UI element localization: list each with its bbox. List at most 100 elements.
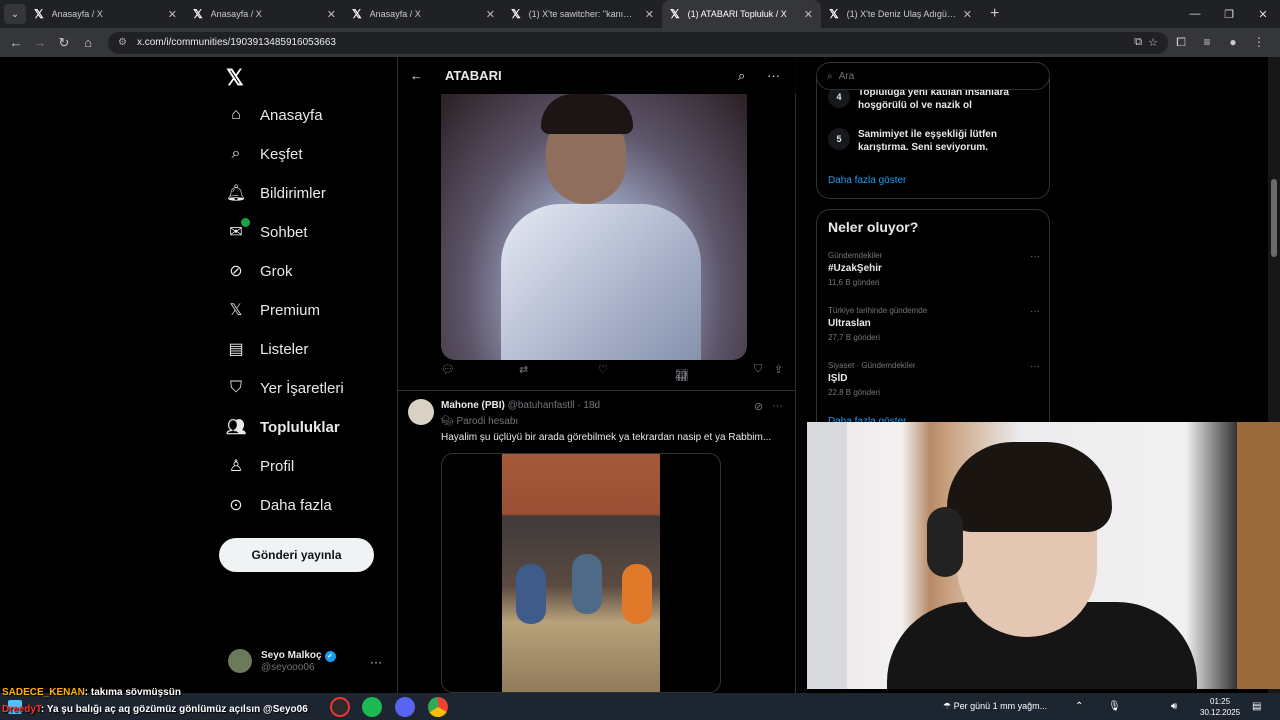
volume-icon[interactable]: 🔊︎ <box>1171 701 1177 712</box>
chrome-icon[interactable] <box>428 697 448 717</box>
trend-more-icon[interactable]: ··· <box>1030 251 1040 262</box>
x-logo-icon: 𝕏 <box>352 7 362 21</box>
trend-item[interactable]: Gündemdekiler #UzakŞehir 11,6 B gönderi … <box>828 251 1040 287</box>
mask-icon: 🎭︎ <box>441 416 454 427</box>
close-icon[interactable]: ✕ <box>327 8 336 21</box>
trend-more-icon[interactable]: ··· <box>1030 361 1040 372</box>
grok-icon: ⊘ <box>229 263 243 280</box>
bookmark-icon[interactable]: ⛉ <box>754 363 762 376</box>
main-column: ← ATABARI ⌕ ··· 💬︎ ⇄ ♡ 📊︎ 20 ⛉ ⇪ Mahone … <box>397 57 796 693</box>
profile-avatar-icon[interactable]: ● <box>1220 35 1246 50</box>
grok-icon[interactable]: ⊘ <box>754 400 763 413</box>
trend-count: 22,8 B gönderi <box>828 388 881 397</box>
x-logo-icon: 𝕏 <box>34 7 44 21</box>
author-handle[interactable]: @batuhanfastll <box>508 400 575 411</box>
browser-tab[interactable]: 𝕏 (1) X'te Deniz Ulaş Adıgüzel: " ✕ <box>821 0 980 28</box>
taskbar-clock[interactable]: 01:25 30.12.2025 <box>1200 696 1240 718</box>
back-icon[interactable]: ← <box>4 35 28 50</box>
x-logo-icon[interactable]: 𝕏 <box>226 65 244 91</box>
browser-tab-active[interactable]: 𝕏 (1) ATABARI Topluluk / X ✕ <box>662 0 821 28</box>
nav-item-notifications[interactable]: 🔔︎ Bildirimler <box>226 183 326 203</box>
minimize-icon[interactable]: — <box>1178 8 1212 20</box>
nav-item-explore[interactable]: ⌕ Keşfet <box>226 144 303 164</box>
close-icon[interactable]: ✕ <box>963 8 972 21</box>
search-placeholder: Ara <box>838 70 855 82</box>
post-button[interactable]: Gönderi yayınla <box>219 538 374 572</box>
nav-item-premium[interactable]: 𝕏 Premium <box>226 300 320 320</box>
rules-show-more-link[interactable]: Daha fazla göster <box>828 175 906 186</box>
home-page-icon[interactable]: ⌂ <box>76 35 100 50</box>
trend-more-icon[interactable]: ··· <box>1030 306 1040 317</box>
tweet-video[interactable] <box>441 453 721 693</box>
trend-item[interactable]: Türkiye tarihinde gündemde Ultraslan 27,… <box>828 306 1040 342</box>
extensions-icon[interactable]: ⧠ <box>1168 35 1194 50</box>
tray-chevron-icon[interactable]: ⌃ <box>1075 701 1083 712</box>
nav-item-profile[interactable]: ♙ Profil <box>226 456 294 476</box>
share-icon[interactable]: ⇪ <box>774 363 783 376</box>
nav-item-lists[interactable]: ▤ Listeler <box>226 339 308 359</box>
nav-item-chat[interactable]: ✉ Sohbet <box>226 218 308 242</box>
weather-widget[interactable]: ☂ Per günü 1 mm yağm... <box>943 701 1047 712</box>
cam-wardrobe <box>1237 422 1280 689</box>
browser-tab[interactable]: 𝕏 Anasayfa / X ✕ <box>26 0 185 28</box>
media-control-icon[interactable]: ≡ <box>1194 35 1220 50</box>
browser-menu-icon[interactable]: ⋮ <box>1246 35 1272 50</box>
spotify-icon[interactable] <box>362 697 382 717</box>
search-input[interactable]: ⌕ Ara <box>816 62 1050 90</box>
retweet-icon[interactable]: ⇄ <box>519 363 528 376</box>
restore-icon[interactable]: ❐ <box>1212 8 1246 21</box>
close-icon[interactable]: ✕ <box>804 8 813 21</box>
nav-item-grok[interactable]: ⊘ Grok <box>226 261 292 281</box>
site-info-icon[interactable]: ⚙ <box>118 37 127 48</box>
mic-icon[interactable]: 🎙︎ <box>1108 701 1121 712</box>
tweet-time[interactable]: · 18d <box>577 400 600 411</box>
url-bar[interactable]: ⚙ x.com/i/communities/190391348591605366… <box>108 31 1168 54</box>
close-window-icon[interactable]: ✕ <box>1246 8 1280 21</box>
trend-name: #UzakŞehir <box>828 263 882 274</box>
forward-icon[interactable]: → <box>28 35 52 50</box>
close-icon[interactable]: ✕ <box>486 8 495 21</box>
account-switcher[interactable]: Seyo Malkoç ✓ @seyooo06 <box>228 649 336 673</box>
parody-text: Parodi hesabı <box>456 416 519 427</box>
trend-count: 11,6 B gönderi <box>828 278 880 287</box>
obs-icon[interactable] <box>330 697 350 717</box>
rule-item: 5 Samimiyet ile eşşekliği lütfen karıştır… <box>828 128 1038 154</box>
more-icon[interactable]: ··· <box>767 68 780 83</box>
close-icon[interactable]: ✕ <box>168 8 177 21</box>
more-icon[interactable]: ··· <box>772 400 783 412</box>
search-icon: ⌕ <box>231 145 241 162</box>
browser-tab[interactable]: 𝕏 (1) X'te sawitcher: "kanım dond ✕ <box>503 0 662 28</box>
more-circle-icon: ⊙ <box>229 497 243 514</box>
search-icon[interactable]: ⌕ <box>738 68 745 84</box>
avatar[interactable] <box>408 399 434 425</box>
tab-search-button[interactable]: ⌄ <box>4 4 26 24</box>
nav-item-bookmarks[interactable]: ⛉ Yer İşaretleri <box>226 378 344 398</box>
nav-item-more[interactable]: ⊙ Daha fazla <box>226 495 331 515</box>
address-toolbar: ← → ↻ ⌂ ⚙ x.com/i/communities/1903913485… <box>0 28 1280 57</box>
chat-text: : Ya şu balığı aç aq gözümüz gönlümüz aç… <box>40 704 308 715</box>
chat-text: : takıma sövmüşsün <box>84 687 181 698</box>
browser-tab[interactable]: 𝕏 Anasayfa / X ✕ <box>185 0 344 28</box>
account-more-icon[interactable]: ··· <box>370 655 382 669</box>
reload-icon[interactable]: ↻ <box>52 35 76 51</box>
notifications-icon[interactable]: ▤ <box>1252 701 1261 712</box>
back-arrow-icon[interactable]: ← <box>410 68 423 83</box>
new-tab-button[interactable]: + <box>990 5 999 23</box>
close-icon[interactable]: ✕ <box>645 8 654 21</box>
nav-item-communities[interactable]: 👥︎ Topluluklar <box>226 417 340 437</box>
like-icon[interactable]: ♡ <box>598 363 608 376</box>
reply-icon[interactable]: 💬︎ <box>441 363 455 376</box>
nav-item-home[interactable]: ⌂ Anasayfa <box>226 105 322 125</box>
browser-tab[interactable]: 𝕏 Anasayfa / X ✕ <box>344 0 503 28</box>
trend-item[interactable]: Siyaset · Gündemdekiler IŞİD 22,8 B gönd… <box>828 361 1040 397</box>
browser-tabstrip: ⌄ 𝕏 Anasayfa / X ✕ 𝕏 Anasayfa / X ✕ 𝕏 Anasayf… <box>0 0 1280 28</box>
tweet-image[interactable] <box>441 94 747 360</box>
scrollbar-thumb[interactable] <box>1271 179 1277 257</box>
trends-title: Neler oluyor? <box>828 219 919 235</box>
trend-category: Türkiye tarihinde gündemde <box>828 306 928 315</box>
author-name[interactable]: Mahone (PBI) <box>441 400 505 411</box>
tab-title: Anasayfa / X <box>210 9 262 19</box>
discord-icon[interactable] <box>395 697 415 717</box>
bookmark-star-icon[interactable]: ☆ <box>1148 36 1158 49</box>
install-app-icon[interactable]: ⧉ <box>1134 36 1142 49</box>
